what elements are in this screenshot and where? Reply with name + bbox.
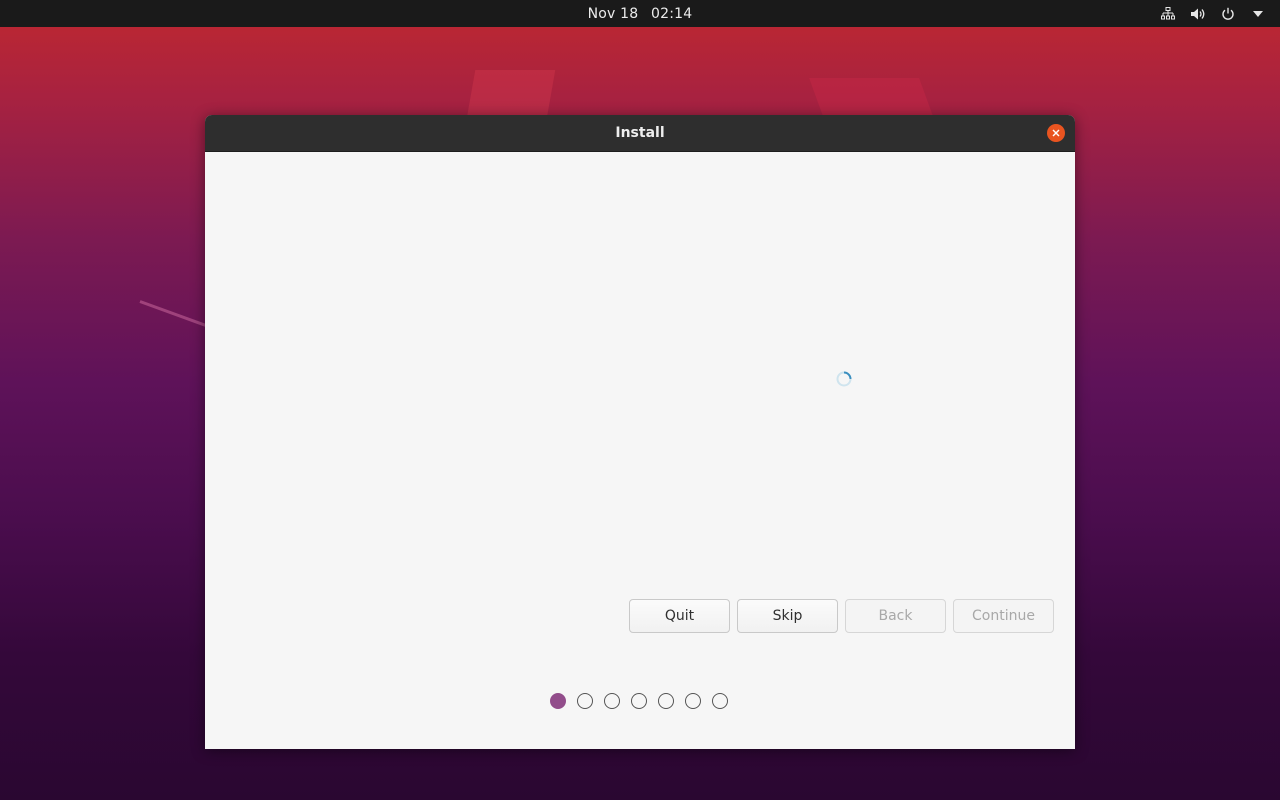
system-tray[interactable] — [1160, 0, 1266, 27]
clock-time: 02:14 — [651, 5, 693, 22]
step-dot — [577, 693, 593, 709]
back-button[interactable]: Back — [845, 599, 946, 633]
quit-button[interactable]: Quit — [629, 599, 730, 633]
step-dot — [685, 693, 701, 709]
install-window: Install Quit Skip Back Continue — [205, 115, 1075, 749]
top-panel: Nov 18 02:14 — [0, 0, 1280, 27]
button-row: Quit Skip Back Continue — [629, 599, 1054, 633]
spinner-icon — [835, 370, 853, 388]
window-title: Install — [615, 125, 665, 141]
menu-arrow-icon[interactable] — [1250, 6, 1266, 22]
volume-icon[interactable] — [1190, 6, 1206, 22]
clock[interactable]: Nov 18 02:14 — [588, 6, 693, 22]
step-dot — [658, 693, 674, 709]
step-dot — [631, 693, 647, 709]
continue-button[interactable]: Continue — [953, 599, 1054, 633]
step-indicator — [550, 693, 728, 709]
close-icon — [1052, 129, 1060, 137]
window-titlebar[interactable]: Install — [205, 115, 1075, 152]
close-button[interactable] — [1047, 124, 1065, 142]
network-icon[interactable] — [1160, 6, 1176, 22]
wallpaper-streak — [139, 300, 207, 327]
skip-button[interactable]: Skip — [737, 599, 838, 633]
step-dot — [712, 693, 728, 709]
step-dot — [604, 693, 620, 709]
step-dot-active — [550, 693, 566, 709]
clock-date: Nov 18 — [587, 5, 639, 22]
power-icon[interactable] — [1220, 6, 1236, 22]
